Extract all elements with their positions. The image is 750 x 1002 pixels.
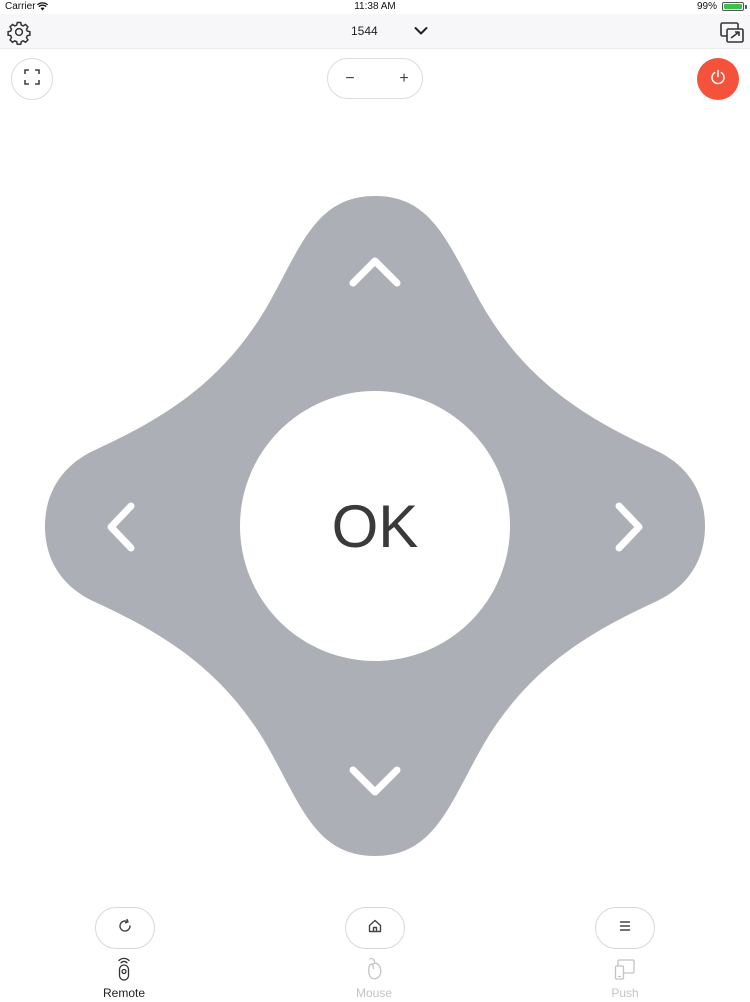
menu-icon	[617, 918, 633, 939]
tab-remote-label: Remote	[102, 986, 146, 1000]
refresh-icon	[117, 918, 133, 939]
settings-button[interactable]	[6, 19, 32, 46]
battery-nub	[745, 5, 747, 9]
tab-push-label: Push	[611, 986, 639, 1000]
dpad	[45, 196, 705, 856]
fullscreen-icon	[23, 68, 41, 91]
menu-button[interactable]	[595, 907, 655, 949]
dpad-right-button[interactable]	[570, 470, 680, 580]
volume-up-button[interactable]: +	[390, 64, 418, 94]
dpad-down-button[interactable]	[320, 730, 430, 820]
home-icon	[367, 918, 383, 939]
dpad-left-button[interactable]	[70, 470, 180, 580]
battery-percent: 99%	[696, 1, 717, 12]
volume-down-button[interactable]: −	[336, 64, 364, 94]
mouse-icon	[362, 956, 386, 982]
volume-control: − +	[327, 58, 423, 99]
nav-bar: 1544	[0, 14, 750, 49]
status-bar: Carrier 11:38 AM 99%	[0, 0, 750, 14]
home-button[interactable]	[345, 907, 405, 949]
back-button[interactable]	[95, 907, 155, 949]
fullscreen-button[interactable]	[11, 58, 53, 100]
power-icon	[709, 68, 727, 91]
battery-icon	[722, 2, 744, 11]
power-button[interactable]	[697, 58, 739, 100]
tab-mouse[interactable]: Mouse	[314, 952, 434, 1002]
chevron-down-icon	[413, 23, 429, 39]
tab-mouse-label: Mouse	[355, 986, 393, 1000]
tab-push[interactable]: Push	[565, 952, 685, 1002]
tab-remote[interactable]: Remote	[64, 952, 184, 1002]
dpad-up-button[interactable]	[320, 230, 430, 320]
ok-button[interactable]	[240, 391, 510, 661]
remote-icon	[112, 956, 136, 982]
device-selector[interactable]: 1544	[330, 20, 440, 42]
screen-mirror-button[interactable]	[718, 18, 746, 46]
status-time: 11:38 AM	[354, 1, 396, 12]
screen-mirror-icon	[718, 22, 746, 50]
battery-level	[724, 4, 742, 9]
devices-icon	[613, 956, 637, 982]
gear-icon	[6, 21, 32, 49]
device-name: 1544	[351, 24, 378, 38]
